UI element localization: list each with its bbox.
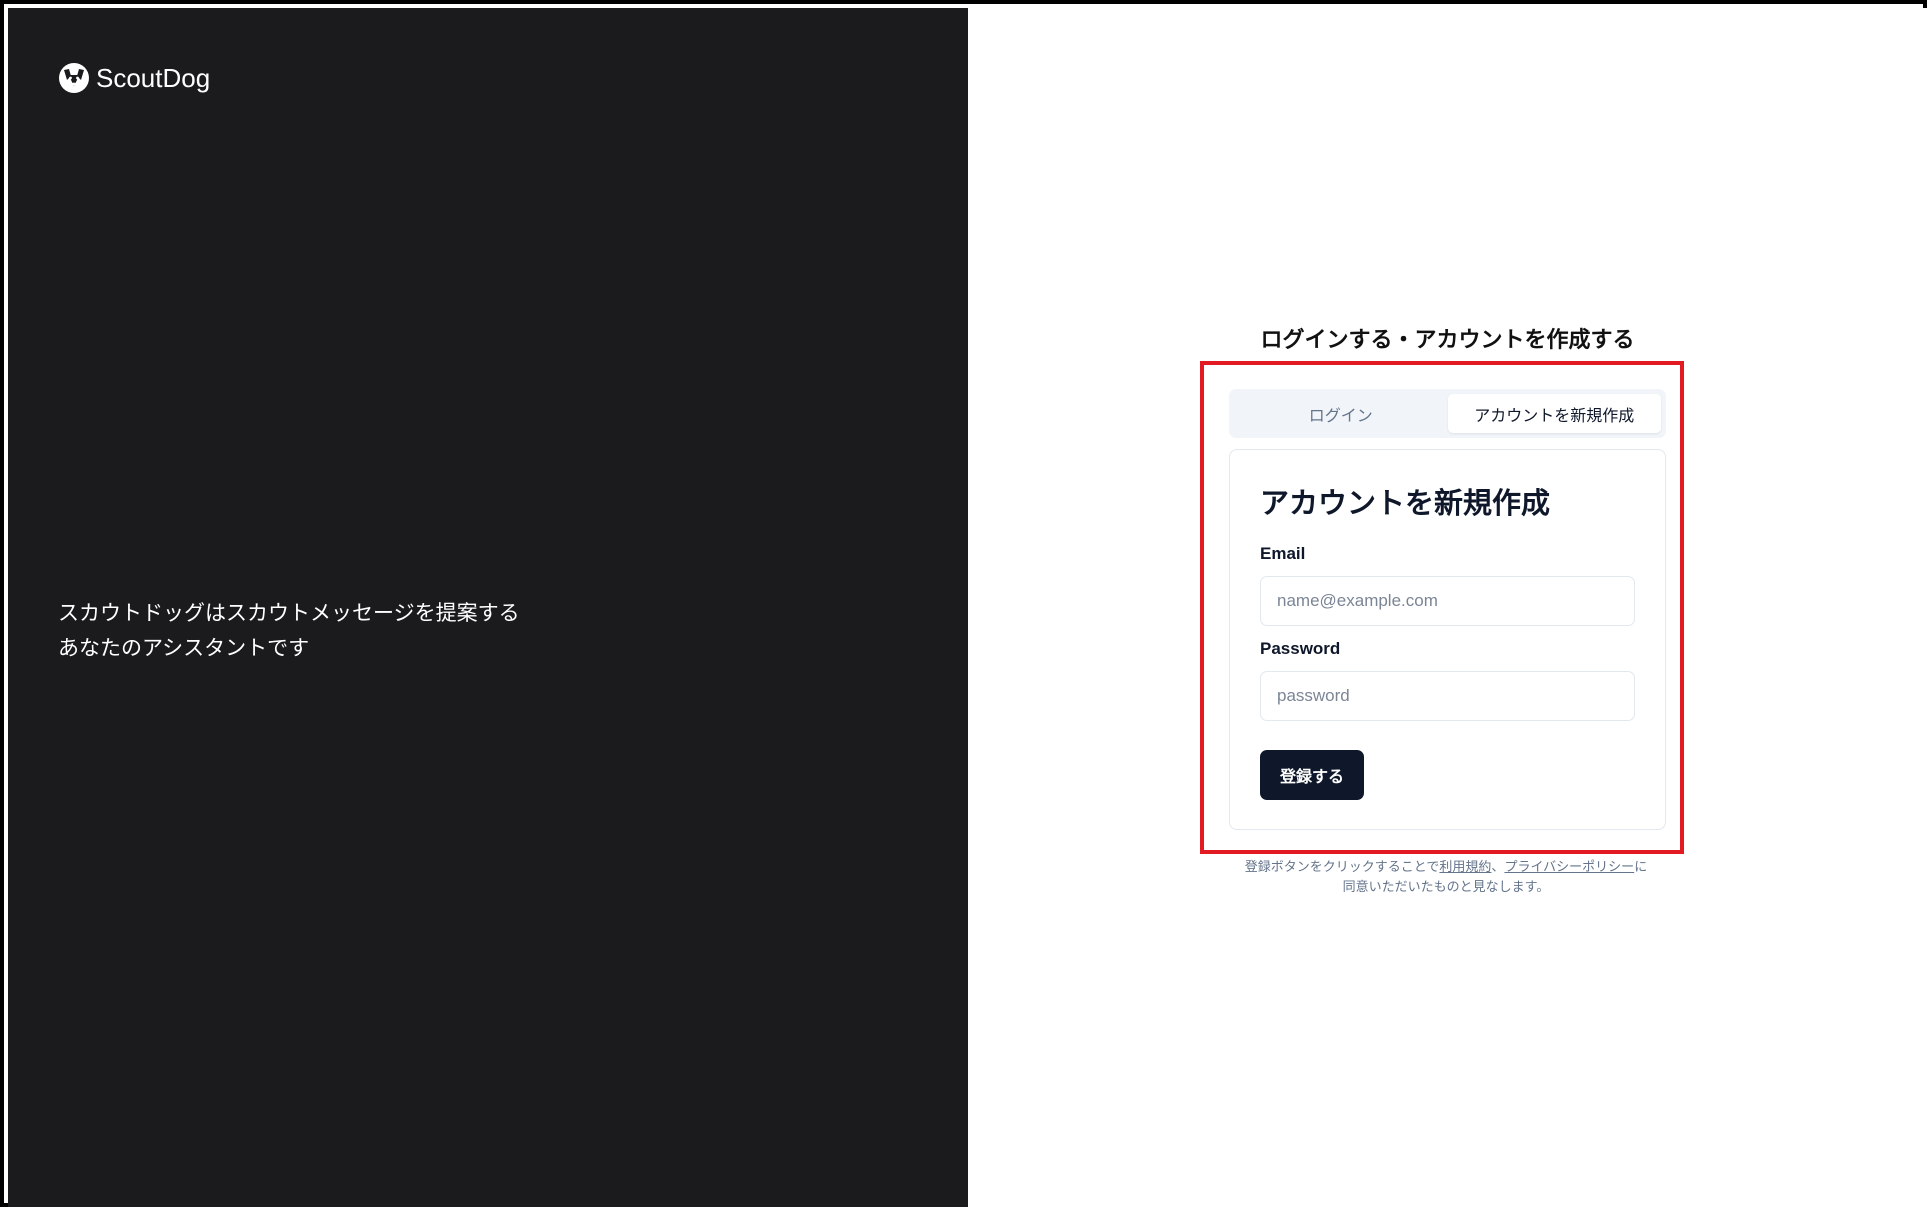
terms-separator: 、 [1491, 859, 1505, 874]
terms-notice: 登録ボタンをクリックすることで利用規約、プライバシーポリシーに同意いただいたもの… [1244, 857, 1648, 897]
brand-name: ScoutDog [96, 62, 211, 93]
app-window: ScoutDog スカウトドッグはスカウトメッセージを提案する あなたのアシスタ… [0, 0, 1927, 1207]
email-field[interactable] [1260, 576, 1635, 626]
register-button[interactable]: 登録する [1260, 750, 1364, 800]
terms-of-service-link[interactable]: 利用規約 [1439, 859, 1491, 874]
tab-create-account[interactable]: アカウントを新規作成 [1447, 394, 1661, 433]
dog-face-icon [59, 63, 89, 93]
password-field[interactable] [1260, 671, 1635, 721]
password-label: Password [1260, 639, 1341, 658]
card-title: アカウントを新規作成 [1260, 488, 1551, 520]
logo: ScoutDog [58, 62, 210, 94]
page-title: ログインする・アカウントを作成する [1260, 327, 1635, 352]
email-label: Email [1260, 544, 1306, 563]
tagline: スカウトドッグはスカウトメッセージを提案する あなたのアシスタントです [58, 596, 520, 666]
tagline-line-1: スカウトドッグはスカウトメッセージを提案する [58, 602, 520, 625]
auth-tabs: ログイン アカウントを新規作成 [1229, 389, 1666, 438]
tagline-line-2: あなたのアシスタントです [58, 637, 310, 660]
auth-panel: ログインする・アカウントを作成する ログイン アカウントを新規作成 アカウントを… [968, 8, 1927, 1207]
brand-panel: ScoutDog スカウトドッグはスカウトメッセージを提案する あなたのアシスタ… [8, 8, 968, 1207]
terms-prefix: 登録ボタンをクリックすることで [1244, 859, 1440, 874]
privacy-policy-link[interactable]: プライバシーポリシー [1504, 859, 1634, 874]
tab-login[interactable]: ログイン [1234, 394, 1448, 433]
signup-card: アカウントを新規作成 Email Password 登録する [1229, 449, 1666, 830]
